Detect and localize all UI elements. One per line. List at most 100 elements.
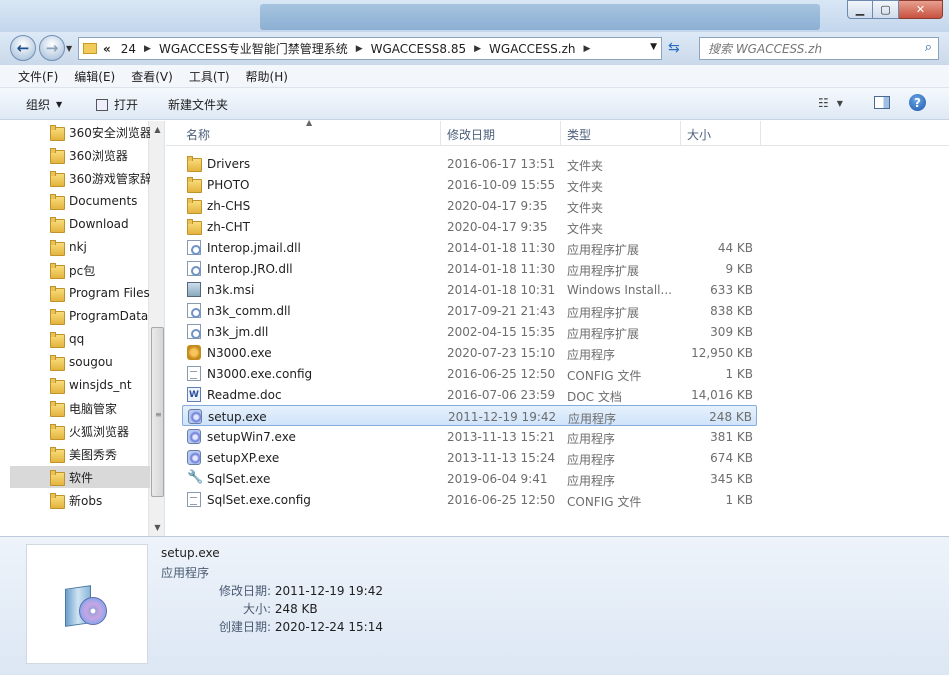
- menu-item-4[interactable]: 帮助(H): [238, 68, 296, 85]
- nav-item[interactable]: 360安全浏览器: [10, 121, 150, 143]
- nav-item[interactable]: 火狐浏览器: [10, 420, 150, 442]
- file-row[interactable]: W Readme.doc 2016-07-06 23:59 DOC 文档 14,016 …: [182, 384, 757, 405]
- chevron-down-icon[interactable]: ▼: [650, 42, 657, 52]
- nav-scrollbar[interactable]: ▲ ≡ ▼: [148, 121, 164, 536]
- nav-item[interactable]: Program Files: [10, 282, 150, 304]
- nav-item[interactable]: winsjds_nt: [10, 374, 150, 396]
- file-name: setupWin7.exe: [207, 430, 296, 444]
- file-row[interactable]: N3000.exe.config 2016-06-25 12:50 CONFIG 文…: [182, 363, 757, 384]
- close-button[interactable]: ✕: [899, 0, 943, 19]
- organize-button[interactable]: 组织 ▼: [26, 96, 62, 113]
- file-name: Interop.JRO.dll: [207, 262, 293, 276]
- menu-item-0[interactable]: 文件(F): [10, 68, 66, 85]
- file-row[interactable]: setupXP.exe 2013-11-13 15:24 应用程序 674 KB: [182, 447, 757, 468]
- breadcrumb-item[interactable]: WGACCESS.zh: [489, 42, 575, 56]
- menu-item-3[interactable]: 工具(T): [181, 68, 238, 85]
- file-date: 2020-04-17 9:35: [447, 220, 548, 234]
- file-size: 345 KB: [710, 472, 753, 486]
- file-row[interactable]: SqlSet.exe.config 2016-06-25 12:50 CONFIG …: [182, 489, 757, 510]
- nav-item[interactable]: sougou: [10, 351, 150, 373]
- column-divider[interactable]: [440, 121, 441, 146]
- file-row[interactable]: 🔧 SqlSet.exe 2019-06-04 9:41 应用程序 345 KB: [182, 468, 757, 489]
- nav-item[interactable]: Documents: [10, 190, 150, 212]
- column-divider[interactable]: [760, 121, 761, 146]
- nav-item[interactable]: 软件: [10, 466, 150, 488]
- details-size-value: 248 KB: [274, 602, 318, 616]
- dll-icon: [187, 303, 201, 318]
- folder-icon: [50, 424, 65, 440]
- nav-item[interactable]: qq: [10, 328, 150, 350]
- menu-item-1[interactable]: 编辑(E): [66, 68, 123, 85]
- breadcrumb-overflow[interactable]: «: [103, 42, 111, 56]
- file-type: 文件夹: [567, 201, 604, 215]
- breadcrumb-item[interactable]: WGACCESS专业智能门禁管理系统: [159, 40, 348, 57]
- back-button[interactable]: ←: [10, 35, 36, 61]
- nav-item[interactable]: Download: [10, 213, 150, 235]
- column-divider[interactable]: [560, 121, 561, 146]
- column-header-name[interactable]: 名称: [186, 126, 210, 143]
- preview-pane-button[interactable]: [874, 96, 890, 109]
- column-header-size[interactable]: 大小: [687, 126, 711, 143]
- nav-item[interactable]: nkj: [10, 236, 150, 258]
- chevron-right-icon[interactable]: ▶: [356, 44, 363, 54]
- address-bar[interactable]: « 24 ▶ WGACCESS专业智能门禁管理系统 ▶ WGACCESS8.85 ▶ WGAC…: [78, 37, 662, 60]
- file-row[interactable]: Interop.JRO.dll 2014-01-18 11:30 应用程序扩展 9 K…: [182, 258, 757, 279]
- file-size: 309 KB: [710, 325, 753, 339]
- chevron-right-icon[interactable]: ▶: [584, 44, 591, 54]
- column-divider[interactable]: [680, 121, 681, 146]
- file-row[interactable]: n3k.msi 2014-01-18 10:31 Windows Install..…: [182, 279, 757, 300]
- column-header-type[interactable]: 类型: [567, 126, 591, 143]
- chevron-right-icon[interactable]: ▶: [144, 44, 151, 54]
- breadcrumb-item[interactable]: WGACCESS8.85: [371, 42, 466, 56]
- nav-item[interactable]: 360浏览器: [10, 144, 150, 166]
- file-name: setup.exe: [208, 410, 267, 424]
- minimize-button[interactable]: ▁: [847, 0, 873, 19]
- search-input[interactable]: [708, 41, 908, 56]
- nav-item[interactable]: ProgramData: [10, 305, 150, 327]
- file-name: SqlSet.exe.config: [207, 493, 311, 507]
- refresh-icon[interactable]: ⇆: [668, 40, 680, 56]
- file-row[interactable]: zh-CHS 2020-04-17 9:35 文件夹: [182, 195, 757, 216]
- recent-pages-dropdown[interactable]: ▼: [66, 44, 72, 53]
- folder-icon: [50, 447, 65, 463]
- file-row[interactable]: setup.exe 2011-12-19 19:42 应用程序 248 KB: [182, 405, 757, 426]
- file-size: 44 KB: [717, 241, 753, 255]
- dll-icon: [187, 261, 201, 276]
- scroll-down-arrow-icon[interactable]: ▼: [149, 519, 164, 536]
- open-button[interactable]: 打开: [96, 96, 138, 113]
- help-button[interactable]: ?: [909, 94, 926, 111]
- file-type: 应用程序扩展: [567, 243, 640, 257]
- file-type: 应用程序扩展: [567, 306, 640, 320]
- nav-item[interactable]: pc包: [10, 259, 150, 281]
- maximize-button[interactable]: ▢: [873, 0, 899, 19]
- details-size-label: 大小:: [242, 602, 271, 616]
- file-row[interactable]: zh-CHT 2020-04-17 9:35 文件夹: [182, 216, 757, 237]
- file-row[interactable]: PHOTO 2016-10-09 15:55 文件夹: [182, 174, 757, 195]
- forward-button[interactable]: →: [39, 35, 65, 61]
- app-icon: [187, 345, 201, 360]
- file-row[interactable]: Interop.jmail.dll 2014-01-18 11:30 应用程序扩展 4…: [182, 237, 757, 258]
- column-header-date[interactable]: 修改日期: [447, 126, 495, 143]
- view-options-button[interactable]: ☷ ▼: [818, 96, 843, 110]
- breadcrumb-item[interactable]: 24: [121, 42, 136, 56]
- file-name: zh-CHS: [207, 199, 251, 213]
- file-row[interactable]: setupWin7.exe 2013-11-13 15:21 应用程序 381 KB: [182, 426, 757, 447]
- nav-item[interactable]: 360游戏管家辞: [10, 167, 150, 189]
- new-folder-button[interactable]: 新建文件夹: [168, 96, 228, 113]
- scroll-thumb[interactable]: ≡: [151, 327, 164, 497]
- menu-item-2[interactable]: 查看(V): [123, 68, 181, 85]
- file-row[interactable]: N3000.exe 2020-07-23 15:10 应用程序 12,950 KB: [182, 342, 757, 363]
- file-row[interactable]: Drivers 2016-06-17 13:51 文件夹: [182, 153, 757, 174]
- search-icon[interactable]: ⌕: [925, 40, 932, 55]
- chevron-right-icon[interactable]: ▶: [474, 44, 481, 54]
- folder-icon: [187, 177, 202, 193]
- file-size: 9 KB: [725, 262, 753, 276]
- nav-item[interactable]: 电脑管家: [10, 397, 150, 419]
- file-row[interactable]: n3k_comm.dll 2017-09-21 21:43 应用程序扩展 838 KB: [182, 300, 757, 321]
- nav-item[interactable]: 美图秀秀: [10, 443, 150, 465]
- file-type: 应用程序扩展: [567, 264, 640, 278]
- search-box[interactable]: ⌕: [699, 37, 939, 60]
- scroll-up-arrow-icon[interactable]: ▲: [149, 121, 164, 138]
- file-row[interactable]: n3k_jm.dll 2002-04-15 15:35 应用程序扩展 309 KB: [182, 321, 757, 342]
- nav-item[interactable]: 新obs: [10, 489, 150, 511]
